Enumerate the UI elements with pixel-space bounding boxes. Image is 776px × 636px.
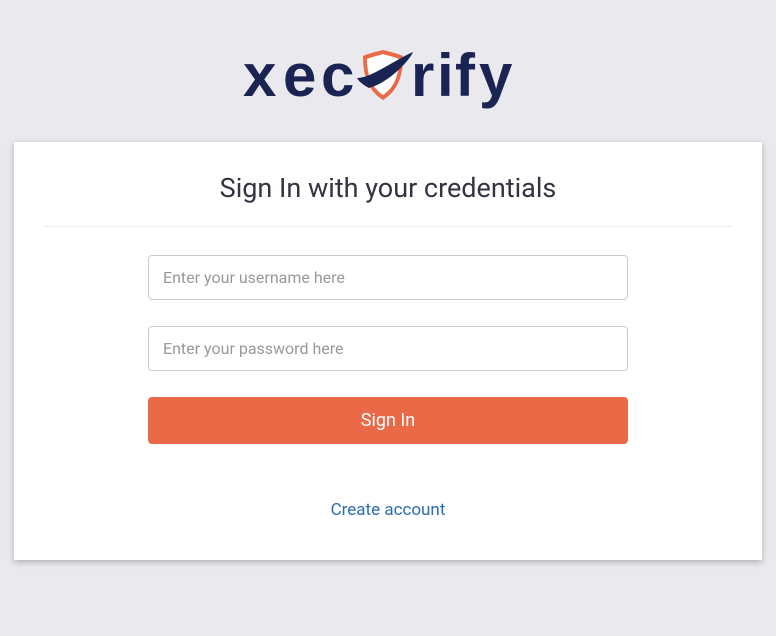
signin-card: Sign In with your credentials Sign In Cr… [14,142,762,560]
svg-text:r: r [411,42,434,109]
username-input[interactable] [148,255,628,300]
svg-text:x: x [243,42,276,109]
create-account-container: Create account [148,500,628,520]
brand-logo: x e c r i f y [243,40,533,112]
logo-container: x e c r i f y [0,0,776,142]
signin-form: Sign In Create account [148,255,628,520]
svg-text:e: e [283,42,316,109]
password-input[interactable] [148,326,628,371]
shield-icon [357,50,413,100]
svg-text:c: c [321,42,354,109]
svg-text:y: y [479,42,513,109]
create-account-link[interactable]: Create account [331,500,446,520]
svg-text:i: i [437,42,454,109]
divider [44,226,732,227]
signin-button[interactable]: Sign In [148,397,628,444]
xecurify-logo-svg: x e c r i f y [243,40,533,112]
svg-text:f: f [455,42,476,109]
card-title: Sign In with your credentials [44,172,732,226]
